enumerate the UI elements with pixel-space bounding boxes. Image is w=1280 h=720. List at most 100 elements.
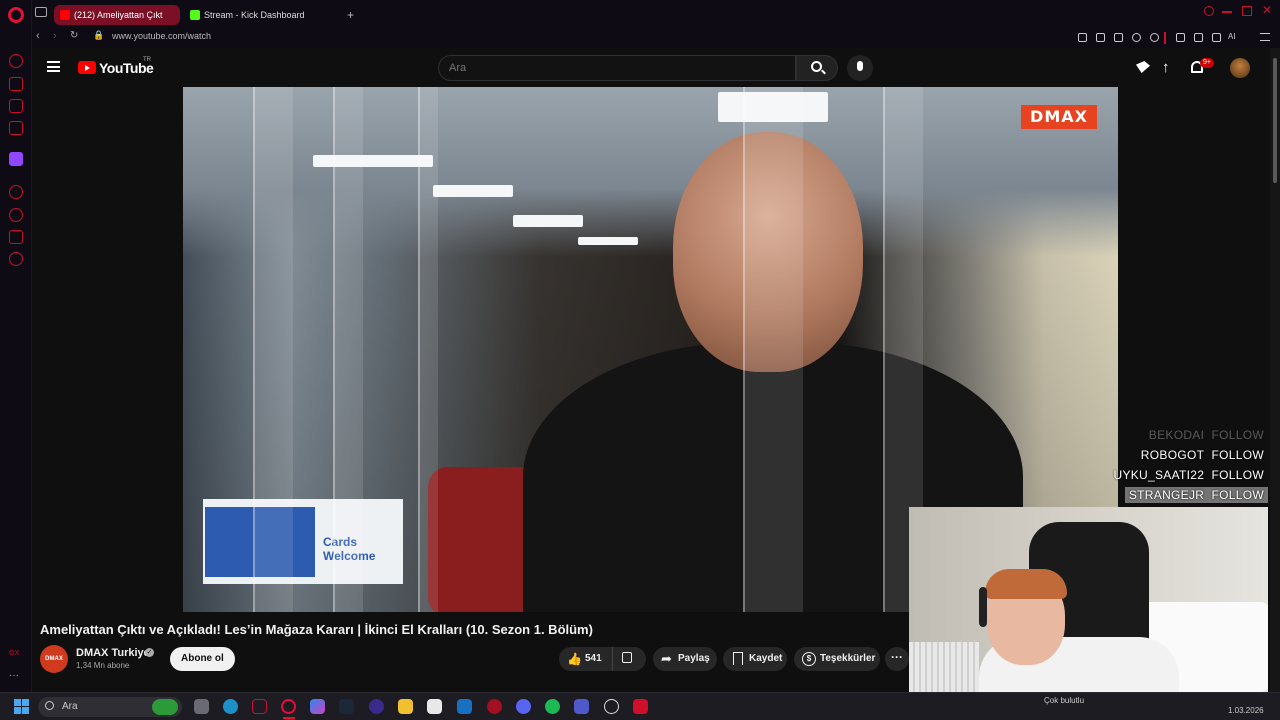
tab-kick[interactable]: Stream - Kick Dashboard [184, 5, 314, 25]
upload-icon[interactable]: ↑ [1162, 59, 1170, 76]
close-icon[interactable]: ✕ [1262, 3, 1272, 17]
dislike-button[interactable] [612, 647, 646, 671]
youtube-masthead: YouTube TR ↑ 9+ [32, 48, 1270, 86]
back-icon[interactable]: ‹ [36, 30, 40, 42]
scroll-thumb[interactable] [1273, 58, 1277, 183]
streamer-hair [985, 569, 1067, 599]
app-icon-4[interactable] [604, 699, 619, 714]
taskbar-search[interactable]: Ara [38, 697, 182, 717]
new-tab-button[interactable]: + [347, 8, 354, 22]
youtube-favicon-icon [60, 10, 70, 20]
voice-search-button[interactable] [847, 55, 873, 81]
download-icon[interactable] [1212, 33, 1221, 42]
ai-assistant-icon[interactable] [9, 77, 23, 91]
reload-icon[interactable]: ↻ [70, 30, 78, 41]
player-icon[interactable] [9, 185, 23, 199]
address-bar: ‹ › ↻ 🔒 www.youtube.com/watch AI [32, 28, 1280, 48]
create-icon[interactable] [1136, 61, 1150, 73]
twitch-icon[interactable] [9, 152, 23, 166]
page-scrollbar[interactable] [1270, 48, 1280, 692]
spotify-icon[interactable] [545, 699, 560, 714]
follow-alert: BEKODAI FOLLOW [1148, 428, 1264, 442]
webcam-overlay [909, 507, 1268, 709]
app-icon-2[interactable] [369, 699, 384, 714]
tab-label: Stream - Kick Dashboard [204, 10, 305, 20]
teams-icon[interactable] [574, 699, 589, 714]
app-icon-3[interactable] [487, 699, 502, 714]
easy-setup-icon[interactable] [1260, 33, 1270, 41]
hamburger-menu-icon[interactable] [47, 61, 60, 72]
app-icon[interactable] [252, 699, 267, 714]
subscribe-button[interactable]: Abone ol [170, 647, 235, 671]
active-app-indicator [283, 717, 295, 719]
search-tabs-icon[interactable] [1204, 6, 1214, 16]
pin-icon[interactable] [1078, 33, 1087, 42]
taskbar-search-label: Ara [62, 701, 78, 712]
search-highlight-icon [152, 699, 178, 715]
subscriber-count: 1,34 Mn abone [76, 661, 130, 670]
opera-gx-icon[interactable] [281, 699, 296, 714]
lock-icon: 🔒 [93, 30, 105, 40]
heart-icon[interactable] [1150, 33, 1159, 42]
edge-icon[interactable] [223, 699, 238, 714]
store-icon[interactable] [427, 699, 442, 714]
gx-icon[interactable]: GX [9, 650, 23, 664]
video-scene-ceiling [183, 87, 1118, 257]
messenger-icon[interactable] [9, 99, 23, 113]
save-label: Kaydet [749, 653, 783, 664]
thumbs-down-icon [622, 652, 632, 663]
discord-icon[interactable] [516, 699, 531, 714]
search-input[interactable] [449, 62, 769, 74]
shield-icon[interactable] [1114, 33, 1123, 42]
pinboard-icon[interactable] [9, 230, 23, 244]
channel-name[interactable]: DMAX Turkiye [76, 647, 150, 659]
search-box[interactable] [438, 55, 796, 81]
weather-text[interactable]: Çok bulutlu [1044, 696, 1084, 705]
save-button[interactable]: Kaydet [723, 647, 787, 671]
history-icon[interactable] [9, 208, 23, 222]
mail-icon[interactable] [457, 699, 472, 714]
search-icon [45, 701, 54, 710]
more-actions-button[interactable]: ··· [885, 647, 909, 671]
video-title: Ameliyattan Çıktı ve Açıkladı! Les’in Ma… [40, 622, 593, 637]
like-button[interactable]: 👍 541 [559, 647, 612, 671]
tab-menu-icon[interactable] [35, 7, 47, 17]
extensions-icon[interactable] [1176, 33, 1185, 42]
windows-start-icon[interactable] [14, 699, 29, 714]
play-icon[interactable] [1132, 33, 1141, 42]
headset [979, 587, 987, 627]
app-icon-5[interactable] [633, 699, 648, 714]
glass-panel [418, 87, 438, 612]
channel-avatar[interactable]: DMAX [40, 645, 68, 673]
follow-alert: UYKU_SAATI22 FOLLOW [1113, 468, 1264, 482]
share-label: Paylaş [678, 653, 710, 664]
maximize-icon[interactable] [1242, 6, 1252, 16]
kick-favicon-icon [190, 10, 200, 20]
steam-icon[interactable] [339, 699, 354, 714]
cube-icon[interactable] [1194, 33, 1203, 42]
share-button[interactable]: ➦ Paylaş [653, 647, 717, 671]
more-icon[interactable]: ··· [9, 671, 23, 687]
extension-icon[interactable] [9, 121, 23, 135]
tab-youtube[interactable]: (212) Ameliyattan Çıkt [54, 5, 180, 25]
account-avatar[interactable] [1230, 58, 1250, 78]
ceiling-light [513, 215, 583, 227]
copilot-icon[interactable] [310, 699, 325, 714]
aria-icon[interactable] [9, 54, 23, 68]
ceiling-light [313, 155, 433, 167]
url-text[interactable]: www.youtube.com/watch [112, 31, 211, 41]
opera-logo-icon[interactable] [8, 7, 24, 23]
divider [1164, 32, 1166, 44]
ai-label[interactable]: AI [1228, 32, 1236, 41]
tab-label: (212) Ameliyattan Çıkt [74, 10, 163, 20]
file-explorer-icon[interactable] [398, 699, 413, 714]
date-text[interactable]: 1.03.2026 [1228, 706, 1264, 715]
settings-icon[interactable] [9, 252, 23, 266]
forward-icon[interactable]: › [53, 30, 57, 42]
minimize-icon[interactable] [1222, 11, 1232, 13]
youtube-logo-icon[interactable] [78, 61, 96, 74]
thanks-button[interactable]: $ Teşekkürler [794, 647, 880, 671]
snapshot-icon[interactable] [1096, 33, 1105, 42]
search-button[interactable] [796, 55, 838, 81]
task-view-icon[interactable] [194, 699, 209, 714]
